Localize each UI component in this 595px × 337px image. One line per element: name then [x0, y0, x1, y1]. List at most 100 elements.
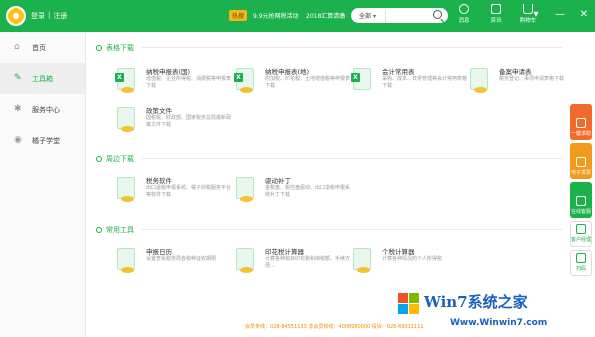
register-link[interactable]: 注册 — [53, 11, 67, 21]
card-title: 纳税申报表(地) — [265, 68, 310, 76]
card-desc: 增值税、企业所得税、消费税等申报表下载 — [146, 76, 232, 89]
app-logo — [6, 6, 26, 26]
policy-document-icon — [117, 107, 135, 132]
float-label: 客户经理 — [571, 237, 592, 243]
promo-link-1[interactable]: 9.9元抢网税活动 — [253, 11, 299, 20]
document-icon — [470, 68, 488, 93]
card-title: 驱动补丁 — [265, 177, 291, 185]
card-filing-form[interactable]: 备案申请表 税务登记、事项申请表格下载 — [470, 65, 588, 103]
sidebar-item-label: 首页 — [32, 43, 46, 52]
card-tax-software[interactable]: 税务软件 出口退税申报系统、橘子财税服务平台等软件下载 — [117, 174, 235, 212]
messages-label: 消息 — [458, 18, 470, 24]
invoice-icon — [576, 157, 586, 167]
card-desc: 计算各种情况的个人所得税 — [382, 256, 443, 262]
section-dot-icon — [96, 156, 102, 162]
calculator-icon — [353, 248, 371, 273]
card-driver-patch[interactable]: 驱动补丁 金税盘、税控盘驱动、出口退税申报系统补丁下载 — [236, 174, 354, 212]
float-label: 一键求助 — [570, 131, 591, 137]
hot-badge: 热搜 — [229, 10, 248, 21]
card-title: 申报日历 — [146, 248, 172, 256]
wrench-icon: ✎ — [14, 73, 22, 83]
calendar-icon — [117, 248, 135, 273]
account-manager-button[interactable]: 客户经理 — [570, 221, 592, 247]
excel-file-icon: X — [234, 68, 254, 93]
section-title-tools: 周边下载 — [96, 154, 134, 164]
message-icon — [459, 4, 469, 14]
card-filing-calendar[interactable]: 申报日历 设置查看税务局各税种征收期限 — [117, 245, 235, 283]
search-box: 全部 — [351, 8, 448, 23]
top-actions: 消息 资讯 购物车 — [455, 4, 537, 24]
school-icon: ◉ — [14, 135, 22, 145]
chat-icon — [576, 196, 586, 206]
card-title: 政策文件 — [146, 107, 172, 115]
news-label: 资讯 — [490, 18, 502, 24]
hotline-footer: 会员专线：028-84551133 非会员热线：4008990000 投诉：02… — [245, 324, 424, 330]
floating-panel: 一键求助 电子发票 在线客服 客户经理 扫码 — [570, 104, 592, 279]
section-dot-icon — [96, 227, 102, 233]
sidebar-item-label: 工具箱 — [32, 74, 53, 83]
divider-line — [142, 158, 562, 159]
scan-qr-button[interactable]: 扫码 — [570, 250, 592, 276]
qr-code-icon — [576, 253, 586, 263]
card-accounting-form[interactable]: X 会计常用表 采购、成本、日常管理等会计常用表格下载 — [351, 65, 471, 103]
login-divider: | — [48, 11, 51, 19]
sidebar-item-school[interactable]: ◉ 橘子学堂 — [0, 125, 85, 156]
float-label: 扫码 — [575, 266, 586, 272]
card-national-tax-form[interactable]: X 纳税申报表(国) 增值税、企业所得税、消费税等申报表下载 — [115, 65, 235, 103]
user-icon — [576, 224, 586, 234]
watermark-url: Www.Winwin7.com — [450, 318, 548, 328]
window-controls: ▾ — ✕ — [531, 10, 589, 20]
minimize-icon[interactable]: — — [555, 10, 565, 20]
e-invoice-button[interactable]: 电子发票 — [570, 143, 592, 179]
card-desc: 附加税、印花税、土地增值税等申报表下载 — [265, 76, 351, 89]
card-desc: 税务登记、事项申请表格下载 — [499, 76, 565, 82]
card-policy-docs[interactable]: 政策文件 国税税、财政部、国家税务总局最新政策文件下载 — [117, 104, 235, 142]
card-stamp-tax-calculator[interactable]: 印花税计算器 计算各种税目印花税和纳税额，手续方便... — [236, 245, 354, 283]
close-icon[interactable]: ✕ — [579, 10, 589, 20]
watermark-brand: Win7系统之家 — [424, 293, 528, 311]
excel-file-icon: X — [351, 68, 371, 90]
dropdown-menu-icon[interactable]: ▾ — [531, 10, 541, 20]
section-title-common: 常用工具 — [96, 225, 134, 235]
search-icon[interactable] — [433, 10, 442, 19]
section-dot-icon — [96, 45, 102, 51]
card-title: 会计常用表 — [382, 68, 415, 76]
sidebar-item-label: 橘子学堂 — [32, 136, 60, 145]
messages-button[interactable]: 消息 — [455, 4, 473, 24]
card-desc: 计算各种税目印花税和纳税额，手续方便... — [265, 256, 351, 269]
calculator-icon — [236, 248, 254, 273]
card-income-tax-calculator[interactable]: 个税计算器 计算各种情况的个人所得税 — [353, 245, 471, 283]
sidebar-item-home[interactable]: ⌂ 首页 — [0, 32, 85, 63]
news-icon — [491, 4, 501, 14]
card-title: 印花税计算器 — [265, 248, 304, 256]
service-icon: ✱ — [14, 104, 22, 114]
login-link[interactable]: 登录 — [31, 11, 45, 21]
download-icon — [236, 177, 254, 202]
search-input[interactable] — [385, 9, 431, 22]
float-label: 在线客服 — [570, 209, 591, 215]
section-title-forms: 表格下载 — [96, 43, 134, 53]
online-service-button[interactable]: 在线客服 — [570, 182, 592, 218]
card-title: 税务软件 — [146, 177, 172, 185]
card-desc: 采购、成本、日常管理等会计常用表格下载 — [382, 76, 468, 89]
card-title: 备案申请表 — [499, 68, 532, 76]
software-box-icon — [117, 177, 135, 202]
card-desc: 国税税、财政部、国家税务总局最新政策文件下载 — [146, 115, 232, 128]
sidebar-item-toolbox[interactable]: ✎ 工具箱 — [0, 63, 85, 94]
card-desc: 出口退税申报系统、橘子财税服务平台等软件下载 — [146, 185, 232, 198]
divider-line — [142, 47, 562, 48]
card-desc: 金税盘、税控盘驱动、出口退税申报系统补丁下载 — [265, 185, 351, 198]
sidebar-item-service-center[interactable]: ✱ 服务中心 — [0, 94, 85, 125]
card-title: 纳税申报表(国) — [146, 68, 191, 76]
one-click-help-button[interactable]: 一键求助 — [570, 104, 592, 140]
promo-link-2[interactable]: 2018汇算清缴 — [306, 11, 345, 20]
sidebar-item-label: 服务中心 — [32, 105, 60, 114]
top-bar: 登录 | 注册 热搜 9.9元抢网税活动 2018汇算清缴 全部 消息 资讯 购… — [0, 0, 595, 32]
login-links: 登录 | 注册 — [31, 11, 67, 21]
help-icon — [576, 118, 586, 128]
search-category-select[interactable]: 全部 — [351, 11, 385, 20]
news-button[interactable]: 资讯 — [487, 4, 505, 24]
card-title: 个税计算器 — [382, 248, 415, 256]
divider-line — [142, 229, 562, 230]
card-local-tax-form[interactable]: X 纳税申报表(地) 附加税、印花税、土地增值税等申报表下载 — [234, 65, 354, 103]
